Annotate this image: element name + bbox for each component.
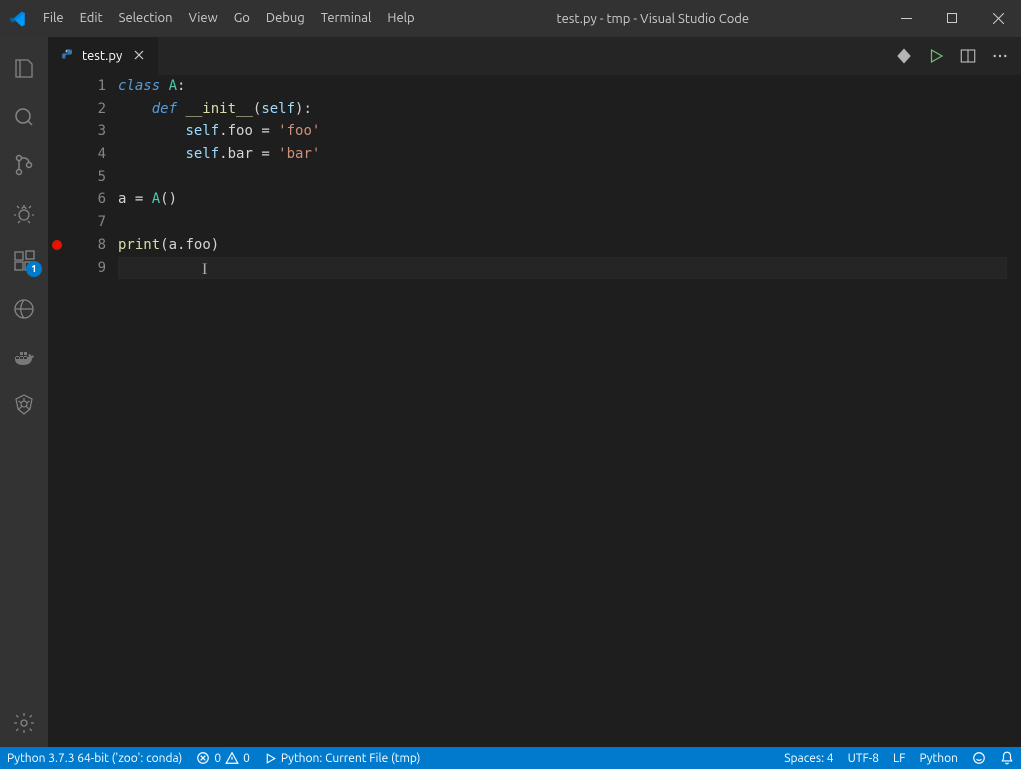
status-indent[interactable]: Spaces: 4 <box>777 747 840 769</box>
debug-icon[interactable] <box>0 189 48 237</box>
window-controls <box>883 0 1021 37</box>
vscode-logo-icon <box>0 10 35 28</box>
status-bar: Python 3.7.3 64-bit ('zoo': conda) 0 0 P… <box>0 747 1021 769</box>
split-editor-icon[interactable] <box>959 47 977 65</box>
tab-test-py[interactable]: test.py <box>48 37 159 75</box>
menu-debug[interactable]: Debug <box>258 0 313 37</box>
settings-gear-icon[interactable] <box>0 699 48 747</box>
text-cursor-icon: I <box>202 259 207 282</box>
search-icon[interactable] <box>0 93 48 141</box>
menu-edit[interactable]: Edit <box>72 0 111 37</box>
breakpoint-icon[interactable] <box>52 240 62 250</box>
kubernetes-icon[interactable] <box>0 381 48 429</box>
status-encoding[interactable]: UTF-8 <box>841 747 886 769</box>
menu-bar: File Edit Selection View Go Debug Termin… <box>35 0 423 37</box>
menu-file[interactable]: File <box>35 0 72 37</box>
title-bar: File Edit Selection View Go Debug Termin… <box>0 0 1021 37</box>
tab-label: test.py <box>82 49 122 63</box>
status-python-env[interactable]: Python 3.7.3 64-bit ('zoo': conda) <box>0 747 189 769</box>
run-icon[interactable] <box>927 47 945 65</box>
git-compare-icon[interactable] <box>895 47 913 65</box>
source-control-icon[interactable] <box>0 141 48 189</box>
menu-help[interactable]: Help <box>379 0 422 37</box>
status-notifications-icon[interactable] <box>993 747 1021 769</box>
minimap[interactable] <box>1007 75 1021 747</box>
code-content[interactable]: class A: def __init__(self): self.foo = … <box>118 75 1007 747</box>
docker-icon[interactable] <box>0 333 48 381</box>
menu-selection[interactable]: Selection <box>111 0 181 37</box>
status-eol[interactable]: LF <box>886 747 912 769</box>
menu-go[interactable]: Go <box>226 0 258 37</box>
window-title: test.py - tmp - Visual Studio Code <box>423 12 883 26</box>
more-actions-icon[interactable] <box>991 47 1009 65</box>
python-file-icon <box>60 48 76 64</box>
code-editor[interactable]: 123456789 class A: def __init__(self): s… <box>48 75 1021 747</box>
gutter[interactable] <box>48 75 78 747</box>
status-warnings-count: 0 <box>243 752 250 765</box>
status-language[interactable]: Python <box>912 747 965 769</box>
line-numbers: 123456789 <box>78 75 118 747</box>
editor-area: test.py <box>48 37 1021 747</box>
menu-terminal[interactable]: Terminal <box>313 0 380 37</box>
status-debug-config[interactable]: Python: Current File (tmp) <box>257 747 428 769</box>
menu-view[interactable]: View <box>181 0 226 37</box>
live-share-icon[interactable] <box>0 285 48 333</box>
tabs-row: test.py <box>48 37 1021 75</box>
tab-close-icon[interactable] <box>132 48 146 65</box>
status-errors-count: 0 <box>214 752 221 765</box>
minimize-button[interactable] <box>883 0 929 37</box>
activity-bar: 1 <box>0 37 48 747</box>
close-button[interactable] <box>975 0 1021 37</box>
status-problems[interactable]: 0 0 <box>189 747 257 769</box>
maximize-button[interactable] <box>929 0 975 37</box>
explorer-icon[interactable] <box>0 45 48 93</box>
extensions-icon[interactable]: 1 <box>0 237 48 285</box>
status-feedback-icon[interactable] <box>965 747 993 769</box>
extensions-badge: 1 <box>26 261 42 277</box>
tab-actions <box>895 37 1021 75</box>
